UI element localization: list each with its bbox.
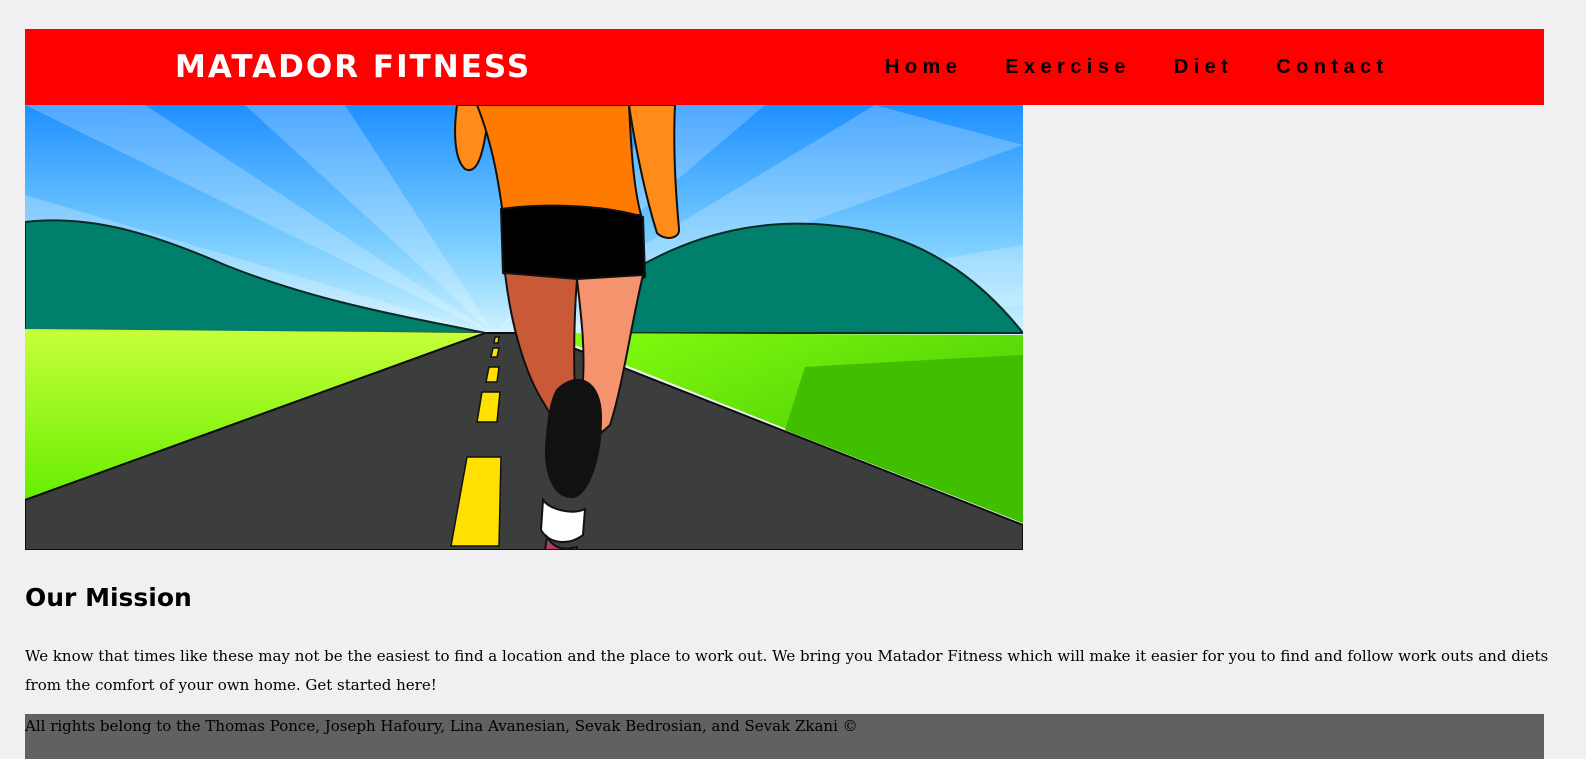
site-logo[interactable]: MATADOR FITNESS: [175, 49, 531, 85]
footer: All rights belong to the Thomas Ponce, J…: [25, 714, 1544, 759]
footer-copyright: All rights belong to the Thomas Ponce, J…: [25, 717, 858, 735]
nav-link-home[interactable]: Home: [885, 56, 962, 79]
mission-text: We know that times like these may not be…: [25, 647, 1549, 694]
mission-title: Our Mission: [25, 583, 192, 612]
nav-link-contact[interactable]: Contact: [1276, 56, 1388, 79]
nav-link-exercise[interactable]: Exercise: [1005, 56, 1131, 79]
main-nav: Home Exercise Diet Contact: [885, 56, 1427, 79]
nav-link-diet[interactable]: Diet: [1174, 56, 1233, 79]
navbar: MATADOR FITNESS Home Exercise Diet Conta…: [25, 29, 1544, 105]
hero-image: [25, 105, 1023, 550]
